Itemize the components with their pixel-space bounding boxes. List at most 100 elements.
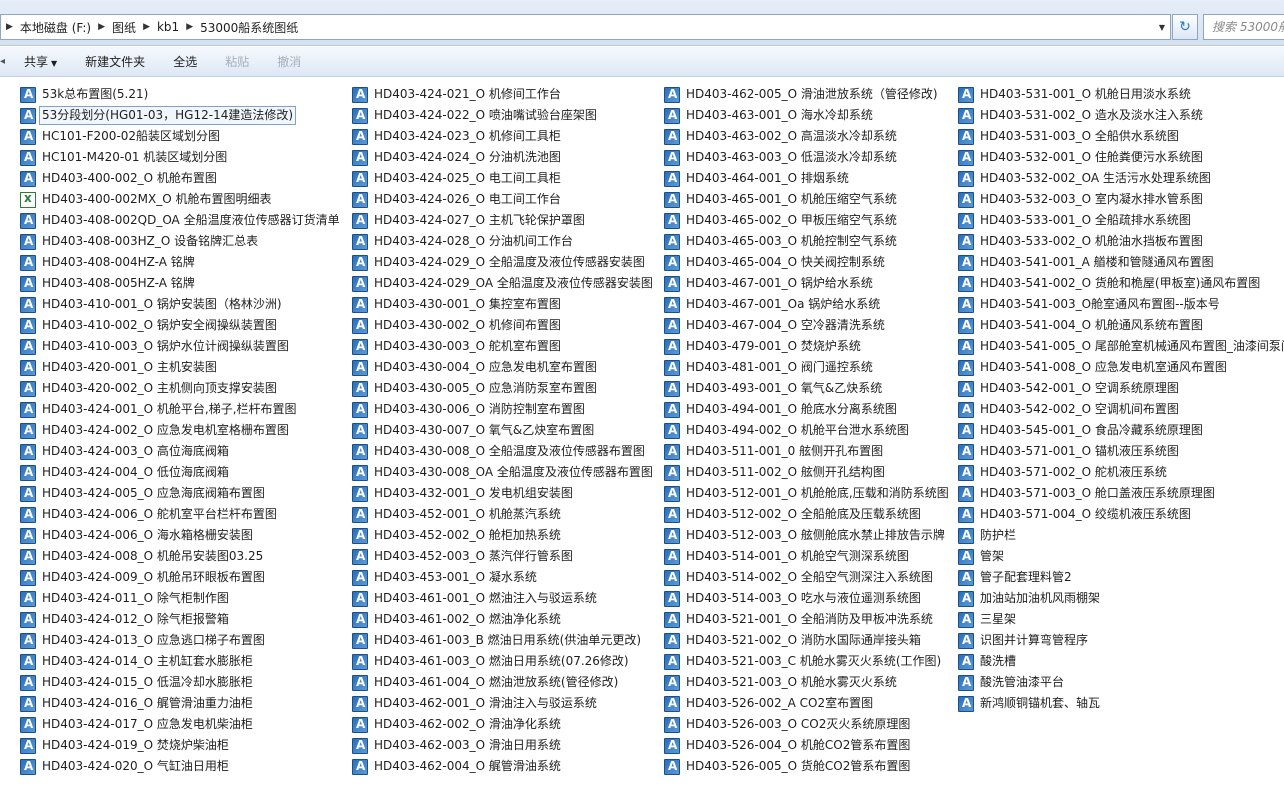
file-item[interactable]: HD403-464-001_O 排烟系统 [664,168,954,189]
breadcrumb-folder-current[interactable]: 53000船系统图纸 [198,19,300,36]
file-item[interactable]: 防护栏 [958,525,1284,546]
file-item[interactable]: HD403-526-005_O 货舱CO2管系布置图 [664,756,954,777]
refresh-button[interactable]: ↻ [1172,14,1198,40]
breadcrumb-separator-icon[interactable]: ▶ [93,22,110,32]
file-item[interactable]: HD403-424-026_O 电工间工作台 [352,189,657,210]
file-item[interactable]: HD403-571-004_O 绞缆机液压系统图 [958,504,1284,525]
file-item[interactable]: HD403-463-002_O 高温淡水冷却系统 [664,126,954,147]
file-item[interactable]: HD403-462-002_O 滑油净化系统 [352,714,657,735]
file-item[interactable]: HD403-408-005HZ-A 铭牌 [20,273,335,294]
share-button[interactable]: 共享 ▼ [10,50,71,74]
file-item[interactable]: HD403-408-002QD_OA 全船温度液位传感器订货清单 [20,210,340,231]
file-item[interactable]: HD403-532-001_O 住舱粪便污水系统图 [958,147,1284,168]
file-item[interactable]: 53分段划分(HG01-03，HG12-14建造法修改) [20,105,335,126]
file-item[interactable]: 三星架 [958,609,1284,630]
file-item[interactable]: HD403-521-002_O 消防水国际通岸接头箱 [664,630,954,651]
file-item[interactable]: HD403-424-005_O 应急海底阀箱布置图 [20,483,335,504]
file-item[interactable]: 酸洗槽 [958,651,1284,672]
file-item[interactable]: HD403-432-001_O 发电机组安装图 [352,483,657,504]
file-item[interactable]: HD403-514-002_O 全船空气测深注入系统图 [664,567,954,588]
file-item[interactable]: HD403-430-008_O 全船温度及液位传感器布置图 [352,441,657,462]
file-item[interactable]: HD403-461-004_O 燃油泄放系统(管径修改) [352,672,657,693]
file-item[interactable]: HD403-452-001_O 机舱蒸汽系统 [352,504,657,525]
file-item[interactable]: HD403-494-001_O 舱底水分离系统图 [664,399,954,420]
file-item[interactable]: HD403-514-003_O 吃水与液位遥测系统图 [664,588,954,609]
file-item[interactable]: HD403-467-001_Oa 锅炉给水系统 [664,294,954,315]
file-item[interactable]: HD403-424-006_O 海水箱格栅安装图 [20,525,335,546]
file-item[interactable]: HD403-430-001_O 集控室布置图 [352,294,657,315]
file-item[interactable]: HD403-424-023_O 机修间工具柜 [352,126,657,147]
file-item[interactable]: HD403-408-003HZ_O 设备铭牌汇总表 [20,231,335,252]
file-item[interactable]: HD403-424-008_O 机舱吊安装图03.25 [20,546,335,567]
file-item[interactable]: HD403-424-003_O 高位海底阀箱 [20,441,335,462]
toolbar-overflow-left-icon[interactable]: ◂ [0,47,10,77]
breadcrumb-separator-icon[interactable]: ▶ [138,22,155,32]
file-item[interactable]: HD403-526-003_O CO2灭火系统原理图 [664,714,954,735]
file-item[interactable]: HD403-467-001_O 锅炉给水系统 [664,273,954,294]
file-item[interactable]: HD403-541-005_O 尾部舱室机械通风布置图_油漆间泵间 [958,336,1284,357]
file-item[interactable]: HD403-424-017_O 应急发电机柴油柜 [20,714,335,735]
file-item[interactable]: HD403-531-003_O 全船供水系统图 [958,126,1284,147]
file-item[interactable]: HD403-526-002_A CO2室布置图 [664,693,954,714]
file-item[interactable]: HD403-532-003_O 室内凝水排水管系图 [958,189,1284,210]
file-item[interactable]: HD403-424-027_O 主机飞轮保护罩图 [352,210,657,231]
file-item[interactable]: HD403-512-001_O 机舱舱底,压载和消防系统图 [664,483,954,504]
file-item[interactable]: 新鸿顺铜锚机套、轴瓦 [958,693,1284,714]
file-item[interactable]: HD403-545-001_O 食品冷藏系统原理图 [958,420,1284,441]
file-item[interactable]: HD403-461-003_O 燃油日用系统(07.26修改) [352,651,657,672]
file-item[interactable]: HD403-424-025_O 电工间工具柜 [352,168,657,189]
file-item[interactable]: HD403-465-004_O 快关阀控制系统 [664,252,954,273]
file-item[interactable]: HD403-465-002_O 甲板压缩空气系统 [664,210,954,231]
file-item[interactable]: HD403-533-001_O 全船疏排水系统图 [958,210,1284,231]
file-item[interactable]: HD403-424-002_O 应急发电机室格栅布置图 [20,420,335,441]
file-item[interactable]: HD403-512-002_O 全船舱底及压载系统图 [664,504,954,525]
file-item[interactable]: HD403-462-003_O 滑油日用系统 [352,735,657,756]
file-item[interactable]: 酸洗管油漆平台 [958,672,1284,693]
file-item[interactable]: HD403-461-003_B 燃油日用系统(供油单元更改) [352,630,657,651]
file-item[interactable]: HD403-424-012_O 除气柜报警箱 [20,609,335,630]
file-item[interactable]: HD403-541-003_O舱室通风布置图--版本号 [958,294,1284,315]
file-item[interactable]: HD403-541-008_O 应急发电机室通风布置图 [958,357,1284,378]
file-item[interactable]: HD403-452-003_O 蒸汽伴行管系图 [352,546,657,567]
file-item[interactable]: HD403-424-011_O 除气柜制作图 [20,588,335,609]
file-item[interactable]: 识图并计算弯管程序 [958,630,1284,651]
file-item[interactable]: HD403-571-003_O 舱口盖液压系统原理图 [958,483,1284,504]
file-item[interactable]: HD403-512-003_O 舷侧舱底水禁止排放告示牌 [664,525,954,546]
file-item[interactable]: HD403-400-002MX_O 机舱布置图明细表 [20,189,335,210]
file-item[interactable]: HC101-F200-02船装区域划分图 [20,126,335,147]
file-item[interactable]: HD403-424-006_O 舵机室平台栏杆布置图 [20,504,335,525]
file-item[interactable]: HD403-424-015_O 低温冷却水膨胀柜 [20,672,335,693]
file-item[interactable]: HD403-463-003_O 低温淡水冷却系统 [664,147,954,168]
file-item[interactable]: HD403-400-002_O 机舱布置图 [20,168,335,189]
file-item[interactable]: HD403-430-004_O 应急发电机室布置图 [352,357,657,378]
file-item[interactable]: HD403-521-003_O 机舱水雾灭火系统 [664,672,954,693]
search-input[interactable]: 搜索 53000船... [1203,14,1284,40]
file-item[interactable]: HD403-531-002_O 造水及淡水注入系统 [958,105,1284,126]
file-item[interactable]: HD403-511-002_O 舷侧开孔结构图 [664,462,954,483]
file-item[interactable]: HD403-571-002_O 舵机液压系统 [958,462,1284,483]
breadcrumb-separator-icon[interactable]: ▶ [181,22,198,32]
file-item[interactable]: HD403-494-002_O 机舱平台泄水系统图 [664,420,954,441]
address-bar[interactable]: ▶ 本地磁盘 (F:) ▶ 图纸 ▶ kb1 ▶ 53000船系统图纸 ▼ [0,14,1171,40]
file-item[interactable]: HD403-541-004_O 机舱通风系统布置图 [958,315,1284,336]
file-item[interactable]: HD403-493-001_O 氧气&乙炔系统 [664,378,954,399]
file-item[interactable]: HD403-542-001_O 空调系统原理图 [958,378,1284,399]
file-item[interactable]: HD403-541-001_A 艏楼和管隧通风布置图 [958,252,1284,273]
file-item[interactable]: HD403-408-004HZ-A 铭牌 [20,252,335,273]
file-item[interactable]: HD403-430-005_O 应急消防泵室布置图 [352,378,657,399]
file-item[interactable]: HD403-521-001_O 全船消防及甲板冲洗系统 [664,609,954,630]
file-item[interactable]: HD403-424-013_O 应急逃口梯子布置图 [20,630,335,651]
file-item[interactable]: HD403-430-007_O 氧气&乙炔室布置图 [352,420,657,441]
file-item[interactable]: 管子配套理料管2 [958,567,1284,588]
file-item[interactable]: HD403-424-001_O 机舱平台,梯子,栏杆布置图 [20,399,335,420]
file-item[interactable]: HD403-542-002_O 空调机间布置图 [958,399,1284,420]
file-item[interactable]: HD403-424-009_O 机舱吊环眼板布置图 [20,567,335,588]
file-item[interactable]: HD403-462-001_O 滑油注入与驳运系统 [352,693,657,714]
file-item[interactable]: HD403-511-001_0 舷侧开孔布置图 [664,441,954,462]
file-item[interactable]: HD403-424-016_O 艉管滑油重力油柜 [20,693,335,714]
file-item[interactable]: HD403-479-001_O 焚烧炉系统 [664,336,954,357]
file-item[interactable]: HD403-465-001_O 机舱压缩空气系统 [664,189,954,210]
file-item[interactable]: HD403-541-002_O 货舱和桅屋(甲板室)通风布置图 [958,273,1284,294]
file-item[interactable]: HD403-410-001_O 锅炉安装图（格林沙洲) [20,294,335,315]
file-item[interactable]: HD403-571-001_O 锚机液压系统图 [958,441,1284,462]
